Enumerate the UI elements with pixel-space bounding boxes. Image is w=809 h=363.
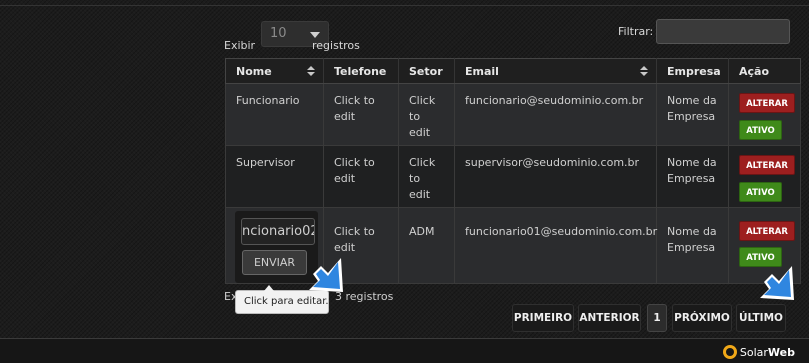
- records-label: registros: [312, 39, 360, 52]
- table-header-row: Nome Telefone Setor Email Empresa Ação: [225, 58, 801, 84]
- solarweb-logo: Solar Web: [722, 344, 795, 360]
- filter-label: Filtrar:: [618, 25, 654, 38]
- cell-telefone[interactable]: Click to edit: [323, 83, 399, 146]
- cell-email[interactable]: funcionario@seudominio.com.br: [454, 83, 657, 146]
- header-telefone-label: Telefone: [334, 64, 387, 78]
- header-empresa-label: Empresa: [667, 64, 721, 78]
- logo-text-a: Solar: [739, 345, 768, 359]
- cell-setor[interactable]: Click to edit: [398, 145, 455, 208]
- cell-empresa: Nome da Empresa: [656, 83, 729, 146]
- header-telefone[interactable]: Telefone: [323, 58, 399, 84]
- ativo-button[interactable]: ATIVO: [739, 182, 782, 202]
- enviar-button[interactable]: ENVIAR: [242, 250, 307, 275]
- header-nome-label: Nome: [236, 64, 272, 78]
- page-1-button[interactable]: 1: [647, 304, 667, 332]
- sort-icon: [640, 66, 648, 77]
- cell-empresa: Nome da Empresa: [656, 207, 729, 284]
- alterar-button[interactable]: ALTERAR: [739, 221, 795, 241]
- cell-acao: ALTERAR ATIVO: [728, 83, 801, 146]
- top-divider: [0, 0, 809, 6]
- cell-setor[interactable]: Click to edit: [398, 83, 455, 146]
- show-label: Exibir: [224, 39, 256, 52]
- last-page-button[interactable]: ÚLTIMO: [736, 304, 786, 332]
- logo-text-b: Web: [767, 345, 795, 359]
- table-row: Supervisor Click to edit Click to edit s…: [225, 145, 801, 208]
- cell-nome[interactable]: Supervisor: [225, 145, 324, 208]
- pointer-cursor-icon: [309, 258, 343, 292]
- header-email[interactable]: Email: [454, 58, 657, 84]
- header-nome[interactable]: Nome: [225, 58, 324, 84]
- pointer-cursor-icon: [760, 266, 794, 300]
- cell-setor[interactable]: ADM: [398, 207, 455, 284]
- cell-telefone[interactable]: Click to edit: [323, 145, 399, 208]
- header-email-label: Email: [465, 64, 499, 78]
- alterar-button[interactable]: ALTERAR: [739, 93, 795, 113]
- filter-input[interactable]: [656, 19, 790, 44]
- header-acao-label: Ação: [739, 64, 770, 78]
- footer-bar: [0, 338, 809, 363]
- previous-page-button[interactable]: ANTERIOR: [578, 304, 641, 332]
- header-setor[interactable]: Setor: [398, 58, 455, 84]
- cell-email[interactable]: supervisor@seudominio.com.br: [454, 145, 657, 208]
- header-empresa[interactable]: Empresa: [656, 58, 729, 84]
- first-page-button[interactable]: PRIMEIRO: [512, 304, 574, 332]
- ativo-button[interactable]: ATIVO: [739, 120, 782, 140]
- header-setor-label: Setor: [409, 64, 443, 78]
- page-size-value: 10: [270, 26, 287, 41]
- cell-empresa: Nome da Empresa: [656, 145, 729, 208]
- dropdown-caret-icon: [310, 32, 320, 38]
- next-page-button[interactable]: PRÓXIMO: [672, 304, 732, 332]
- cell-acao: ALTERAR ATIVO: [728, 145, 801, 208]
- cell-nome[interactable]: Funcionario: [225, 83, 324, 146]
- sun-logo-icon: [722, 345, 737, 359]
- inline-edit-input[interactable]: ncionario02: [241, 218, 315, 245]
- table-row: Funcionario Click to edit Click to edit …: [225, 83, 801, 146]
- header-acao: Ação: [728, 58, 801, 84]
- sort-icon: [307, 66, 315, 77]
- cell-email[interactable]: funcionario01@seudominio.com.br: [454, 207, 657, 284]
- alterar-button[interactable]: ALTERAR: [739, 155, 795, 175]
